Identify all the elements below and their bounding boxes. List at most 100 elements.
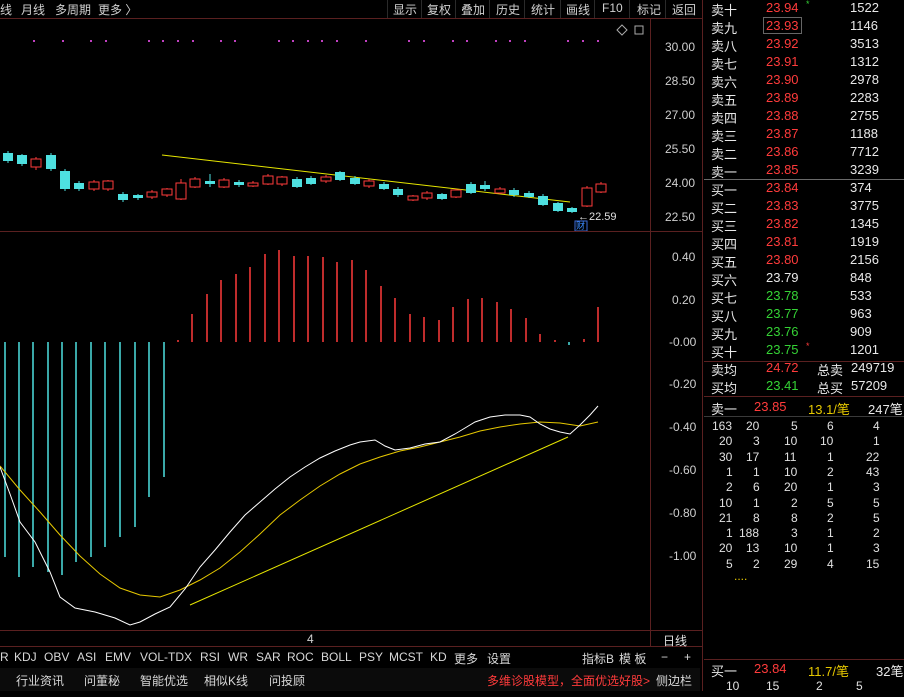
macd-tick: -0.60 (669, 463, 697, 477)
period-tab-partial[interactable]: 线 (0, 1, 12, 18)
price-tick: 24.00 (665, 176, 696, 190)
macd-chart[interactable] (0, 232, 650, 630)
macd-tick: 0.40 (672, 250, 696, 264)
period-tab-multi[interactable]: 多周期 (55, 1, 91, 18)
event-marker (292, 40, 294, 42)
macd-histogram (4, 250, 599, 577)
trend-line (161, 154, 571, 203)
dea-line (0, 421, 599, 598)
queue-cell: 1 (827, 541, 834, 556)
stats-button[interactable]: 统计 (531, 1, 555, 18)
queue-cell: 10 (784, 541, 798, 556)
bottom-tab-similar-k[interactable]: 相似K线 (204, 672, 248, 689)
sell_orders-row[interactable]: 卖九 23.93 1146 (704, 17, 904, 36)
candle-body (30, 158, 42, 168)
indicator-tab-asi[interactable]: ASI (77, 650, 96, 664)
event-marker (33, 40, 35, 42)
buy_orders-row[interactable]: 买十 23.75 * 1201 (704, 341, 904, 360)
sell_orders-row[interactable]: 卖六 23.90 2978 (704, 72, 904, 90)
indicator-b-button[interactable]: 指标B (582, 650, 614, 667)
adjust-button[interactable]: 复权 (427, 1, 451, 18)
indicator-tab-mcst[interactable]: MCST (389, 650, 423, 664)
sell_orders-row[interactable]: 卖四 23.88 2755 (704, 108, 904, 126)
sidebar-toggle-button[interactable]: 侧边栏 (656, 672, 692, 689)
back-button[interactable]: 返回 (672, 1, 696, 18)
square-icon (634, 25, 644, 35)
template-button[interactable]: 模 板 (619, 650, 646, 667)
buy_orders-row[interactable]: 买六 23.79 848 (704, 270, 904, 288)
queue-cell: 30 (719, 449, 733, 464)
buy_orders-row[interactable]: 买四 23.81 1919 (704, 234, 904, 252)
sell_orders-row[interactable]: 卖十 23.94 * 1522 (704, 0, 904, 18)
macd-tick: -0.80 (669, 506, 697, 520)
candlestick-chart[interactable]: ←22.59 财 (0, 19, 650, 231)
sell_orders-row[interactable]: 卖二 23.86 7712 (704, 144, 904, 162)
order-book-panel: 卖十 23.94 * 1522 卖九 23.93 1146 卖八 23.92 3513 卖七 23.9… (704, 0, 904, 693)
buy_orders-row[interactable]: 买二 23.83 3775 (704, 198, 904, 216)
buy_orders-row[interactable]: 买七 23.78 533 (704, 288, 904, 306)
indicator-tab-kd[interactable]: KD (430, 650, 447, 664)
sell_orders-row[interactable]: 卖七 23.91 1312 (704, 54, 904, 72)
indicator-tab[interactable]: R (0, 650, 9, 664)
event-marker (582, 40, 584, 42)
buy_orders-row[interactable]: 买九 23.76 909 (704, 324, 904, 342)
indicator-settings-button[interactable]: 设置 (487, 650, 511, 667)
mark-button[interactable]: 标记 (637, 1, 661, 18)
queue-cell: 10 (719, 495, 733, 510)
indicator-tab-sar[interactable]: SAR (256, 650, 281, 664)
candle-body (509, 190, 519, 195)
indicator-tab-obv[interactable]: OBV (44, 650, 69, 664)
zoom-out-button[interactable]: − (661, 650, 668, 664)
sell_orders-row[interactable]: 卖八 23.92 3513 (704, 36, 904, 54)
bottom-tab-ask-advisor[interactable]: 问投顾 (269, 672, 305, 689)
buy_orders-row[interactable]: 买五 23.80 2156 (704, 252, 904, 270)
macd-tick: -0.40 (669, 420, 697, 434)
panel-divider (702, 0, 703, 691)
indicator-tab-psy[interactable]: PSY (359, 650, 383, 664)
queue-cell: 8 (791, 510, 798, 525)
history-button[interactable]: 历史 (496, 1, 520, 18)
indicator-tab-vol-tdx[interactable]: VOL-TDX (140, 650, 192, 664)
queue-cell: 1 (827, 449, 834, 464)
bottom-tab-ask-secretary[interactable]: 问董秘 (84, 672, 120, 689)
queue-cell: 2 (873, 526, 880, 541)
event-marker (162, 40, 164, 42)
indicator-tab-kdj[interactable]: KDJ (14, 650, 37, 664)
promo-link[interactable]: 多维诊股模型，全面优选好股> (487, 672, 650, 689)
f10-button[interactable]: F10 (602, 1, 623, 15)
more-periods-button[interactable]: 更多 〉 (98, 1, 137, 18)
queue-more[interactable]: .... (734, 569, 747, 583)
indicator-tab-wr[interactable]: WR (228, 650, 248, 664)
indicator-more-button[interactable]: 更多 (454, 650, 478, 667)
buy_orders-row[interactable]: 买八 23.77 963 (704, 306, 904, 324)
zoom-in-button[interactable]: + (684, 650, 691, 664)
buy_orders-row[interactable]: 买三 23.82 1345 (704, 216, 904, 234)
queue-cell: 4 (827, 556, 834, 571)
price-tick: 28.50 (665, 74, 696, 88)
price-tick: 22.50 (665, 210, 696, 224)
display-button[interactable]: 显示 (393, 1, 417, 18)
queue-cell: 17 (746, 449, 760, 464)
indicator-tab-emv[interactable]: EMV (105, 650, 131, 664)
queue-cell: 5 (873, 510, 880, 525)
candle-body (363, 180, 375, 187)
overlay-button[interactable]: 叠加 (461, 1, 485, 18)
candle-body (581, 187, 593, 207)
sell_orders-row[interactable]: 卖三 23.87 1188 (704, 126, 904, 144)
bottom-tab-smart-pick[interactable]: 智能优选 (140, 672, 188, 689)
event-marker (466, 40, 468, 42)
candle-body (161, 188, 173, 196)
queue-cell: 1 (726, 464, 733, 479)
sell_orders-row[interactable]: 卖一 23.85 3239 (704, 162, 904, 180)
bottom-tab-industry-news[interactable]: 行业资讯 (16, 672, 64, 689)
period-tab-monthly[interactable]: 月线 (21, 1, 45, 18)
candle-body (102, 180, 114, 190)
queue-cell: 2 (753, 556, 760, 571)
sell_orders-row[interactable]: 卖五 23.89 2283 (704, 90, 904, 108)
event-marker (105, 40, 107, 42)
buy_orders-row[interactable]: 买一 23.84 374 (704, 180, 904, 198)
indicator-tab-rsi[interactable]: RSI (200, 650, 220, 664)
indicator-tab-roc[interactable]: ROC (287, 650, 314, 664)
draw-button[interactable]: 画线 (566, 1, 590, 18)
indicator-tab-boll[interactable]: BOLL (321, 650, 352, 664)
